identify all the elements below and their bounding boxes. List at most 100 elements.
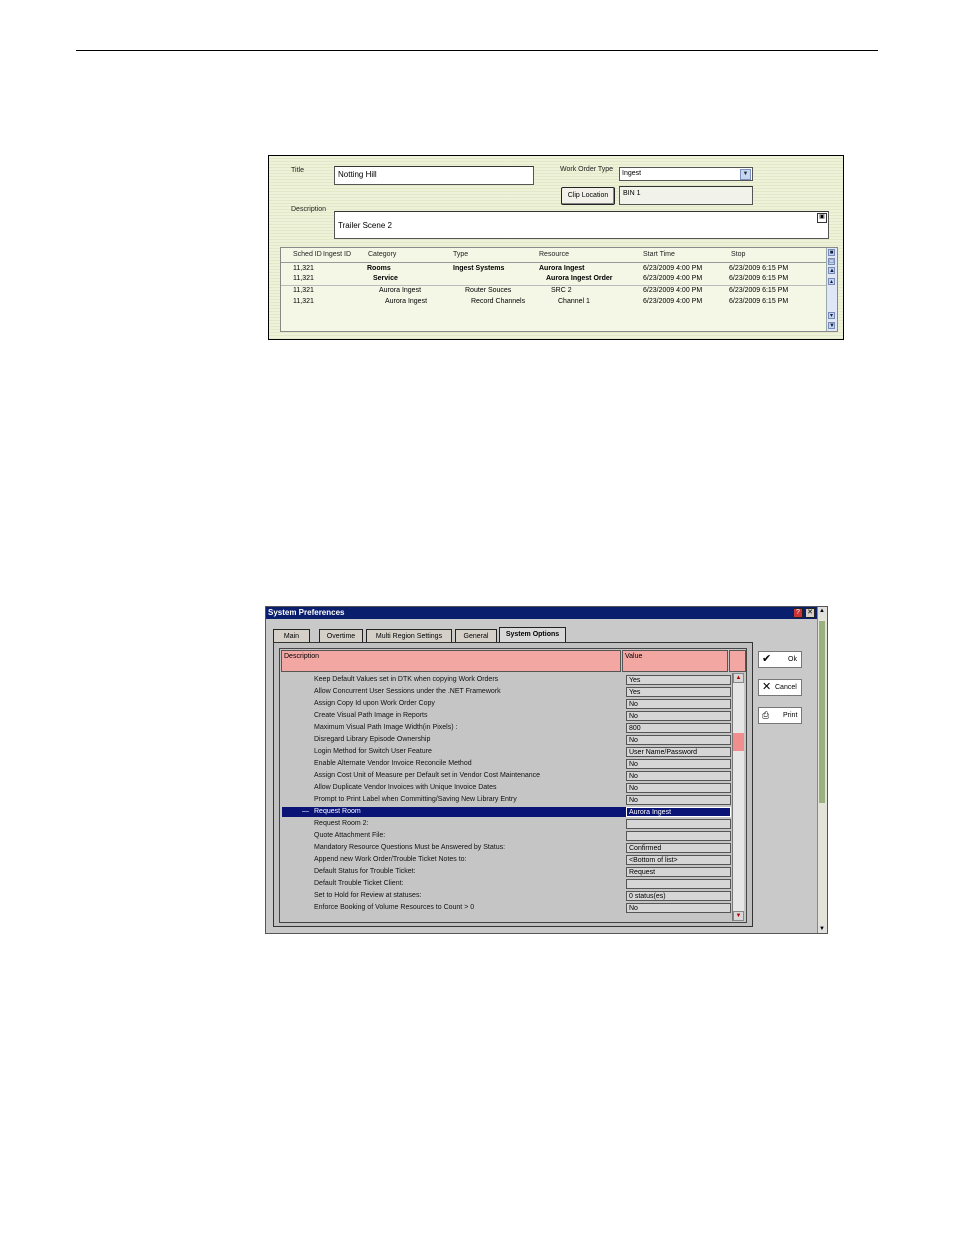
option-description[interactable]: Disregard Library Episode Ownership [314,736,430,743]
option-value-field[interactable]: No [626,903,731,913]
tab-overtime[interactable]: Overtime [319,629,363,642]
column-header-description: Description [281,650,621,672]
option-description[interactable]: Allow Concurrent User Sessions under the… [314,688,501,695]
sched-id-cell: 11,321 [293,298,314,305]
options-scrollbar[interactable]: ▲ ▼ [732,673,744,921]
option-value-field[interactable]: <Bottom of list> [626,855,731,865]
option-description[interactable]: Assign Copy Id upon Work Order Copy [314,700,435,707]
column-header-category: Category [368,251,397,258]
option-value-field[interactable]: No [626,711,731,721]
option-description[interactable]: Prompt to Print Label when Committing/Sa… [314,796,517,803]
scroll-down-icon[interactable]: ▼ [733,911,744,921]
stop-cell: 6/23/2009 6:15 PM [729,275,789,282]
option-value-field[interactable]: No [626,795,731,805]
category-cell: Service [373,275,398,282]
tab-general[interactable]: General [455,629,497,642]
close-icon[interactable]: ✕ [805,608,815,618]
clip-location-field[interactable]: BIN 1 [619,186,753,205]
option-value-field[interactable]: Yes [626,687,731,697]
scroll-page-up-icon[interactable]: □ [828,258,835,265]
column-header-stop: Stop [731,251,746,258]
option-description[interactable]: Login Method for Switch User Feature [314,748,432,755]
option-description[interactable]: Allow Duplicate Vendor Invoices with Uni… [314,784,497,791]
start-time-cell: 6/23/2009 4:00 PM [643,275,703,282]
sched-id-cell: 11,321 [293,287,314,294]
option-description[interactable]: Default Trouble Ticket Client: [314,880,404,887]
print-button[interactable]: ⎙ Print [758,707,802,724]
title-input[interactable]: Notting Hill [334,166,534,185]
window-scrollbar[interactable]: ▲ ▼ [817,607,827,933]
description-input[interactable]: Trailer Scene 2 [334,211,829,239]
tab-system-options[interactable]: System Options [499,627,566,643]
option-description[interactable]: Maximum Visual Path Image Width(in Pixel… [314,724,457,731]
cancel-label: Cancel [775,684,797,691]
tab-multi-region-settings[interactable]: Multi Region Settings [366,629,452,642]
scroll-up-icon[interactable]: ▲ [818,607,826,615]
grid-divider [281,285,826,286]
work-order-type-value: Ingest [622,170,642,177]
option-description[interactable]: Mandatory Resource Questions Must be Ans… [314,844,505,851]
option-description[interactable]: Quote Attachment File: [314,832,385,839]
window-title: System Preferences [268,608,345,617]
category-cell: Aurora Ingest [385,298,428,305]
scroll-down-icon[interactable]: ▾ [828,312,835,319]
chevron-down-icon[interactable]: ▼ [740,169,751,180]
ok-button[interactable]: ✔ Ok [758,651,802,668]
scroll-up-icon[interactable]: ▴ [828,278,835,285]
window-title-bar: System Preferences [266,607,819,619]
option-value-field[interactable] [626,879,731,889]
category-cell: Rooms [367,265,391,272]
scroll-thumb[interactable] [819,621,825,803]
option-description[interactable]: Default Status for Trouble Ticket: [314,868,416,875]
option-description[interactable]: Enforce Booking of Volume Resources to C… [314,904,474,911]
option-description[interactable]: Enable Alternate Vendor Invoice Reconcil… [314,760,472,767]
column-header-ingest-id: Ingest ID [323,251,352,258]
type-cell: Ingest Systems [453,265,505,272]
options-list[interactable]: Description Value Keep Default Values se… [279,648,747,923]
option-value-field[interactable] [626,819,731,829]
scroll-down-icon[interactable]: ▼ [818,925,826,933]
grid-divider [281,262,826,263]
tab-main[interactable]: Main [273,629,310,642]
stop-cell: 6/23/2009 6:15 PM [729,298,789,305]
option-description[interactable]: Request Room [314,808,361,815]
clip-location-button[interactable]: Clip Location [561,187,615,205]
resource-cell: Channel 1 [558,298,590,305]
option-description[interactable]: Request Room 2: [314,820,368,827]
memo-expand-icon[interactable]: ▣ [817,213,827,223]
option-description[interactable]: Keep Default Values set in DTK when copy… [314,676,498,683]
option-value-field[interactable]: User Name/Password [626,747,731,757]
scroll-first-icon[interactable]: ▲ [828,267,835,274]
category-cell: Aurora Ingest [379,287,422,294]
scroll-last-icon[interactable]: ▼ [828,322,835,329]
column-header-value: Value [622,650,728,672]
help-icon[interactable]: ? [793,608,803,618]
header-corner [729,650,746,672]
option-description[interactable]: Set to Hold for Review at statuses: [314,892,421,899]
option-description[interactable]: Assign Cost Unit of Measure per Default … [314,772,540,779]
option-description[interactable]: Append new Work Order/Trouble Ticket Not… [314,856,467,863]
option-description[interactable]: Create Visual Path Image in Reports [314,712,428,719]
option-value-field[interactable]: Confirmed [626,843,731,853]
option-value-field[interactable]: Aurora Ingest [626,807,731,817]
scroll-up-icon[interactable]: ▲ [733,673,744,683]
option-value-field[interactable]: Yes [626,675,731,685]
option-value-field[interactable]: No [626,759,731,769]
option-value-field[interactable]: Request [626,867,731,877]
option-value-field[interactable]: No [626,735,731,745]
scroll-top-icon[interactable]: ■ [828,249,835,256]
work-order-type-select[interactable]: Ingest ▼ [619,167,753,181]
option-value-field[interactable] [626,831,731,841]
option-value-field[interactable]: No [626,771,731,781]
scroll-thumb[interactable] [733,733,744,751]
work-order-type-label: Work Order Type [560,166,614,173]
grid-scrollbar[interactable]: ■ □ ▲ ▴ ▾ ▼ [826,248,837,331]
option-value-field[interactable]: No [626,783,731,793]
option-value-field[interactable]: No [626,699,731,709]
cancel-button[interactable]: ✕ Cancel [758,679,802,696]
resource-cell: Aurora Ingest Order [546,275,613,282]
work-order-form: Title Notting Hill Work Order Type Inges… [268,155,844,340]
option-value-field[interactable]: 800 [626,723,731,733]
option-value-field[interactable]: 0 status(es) [626,891,731,901]
column-header-start-time: Start Time [643,251,675,258]
